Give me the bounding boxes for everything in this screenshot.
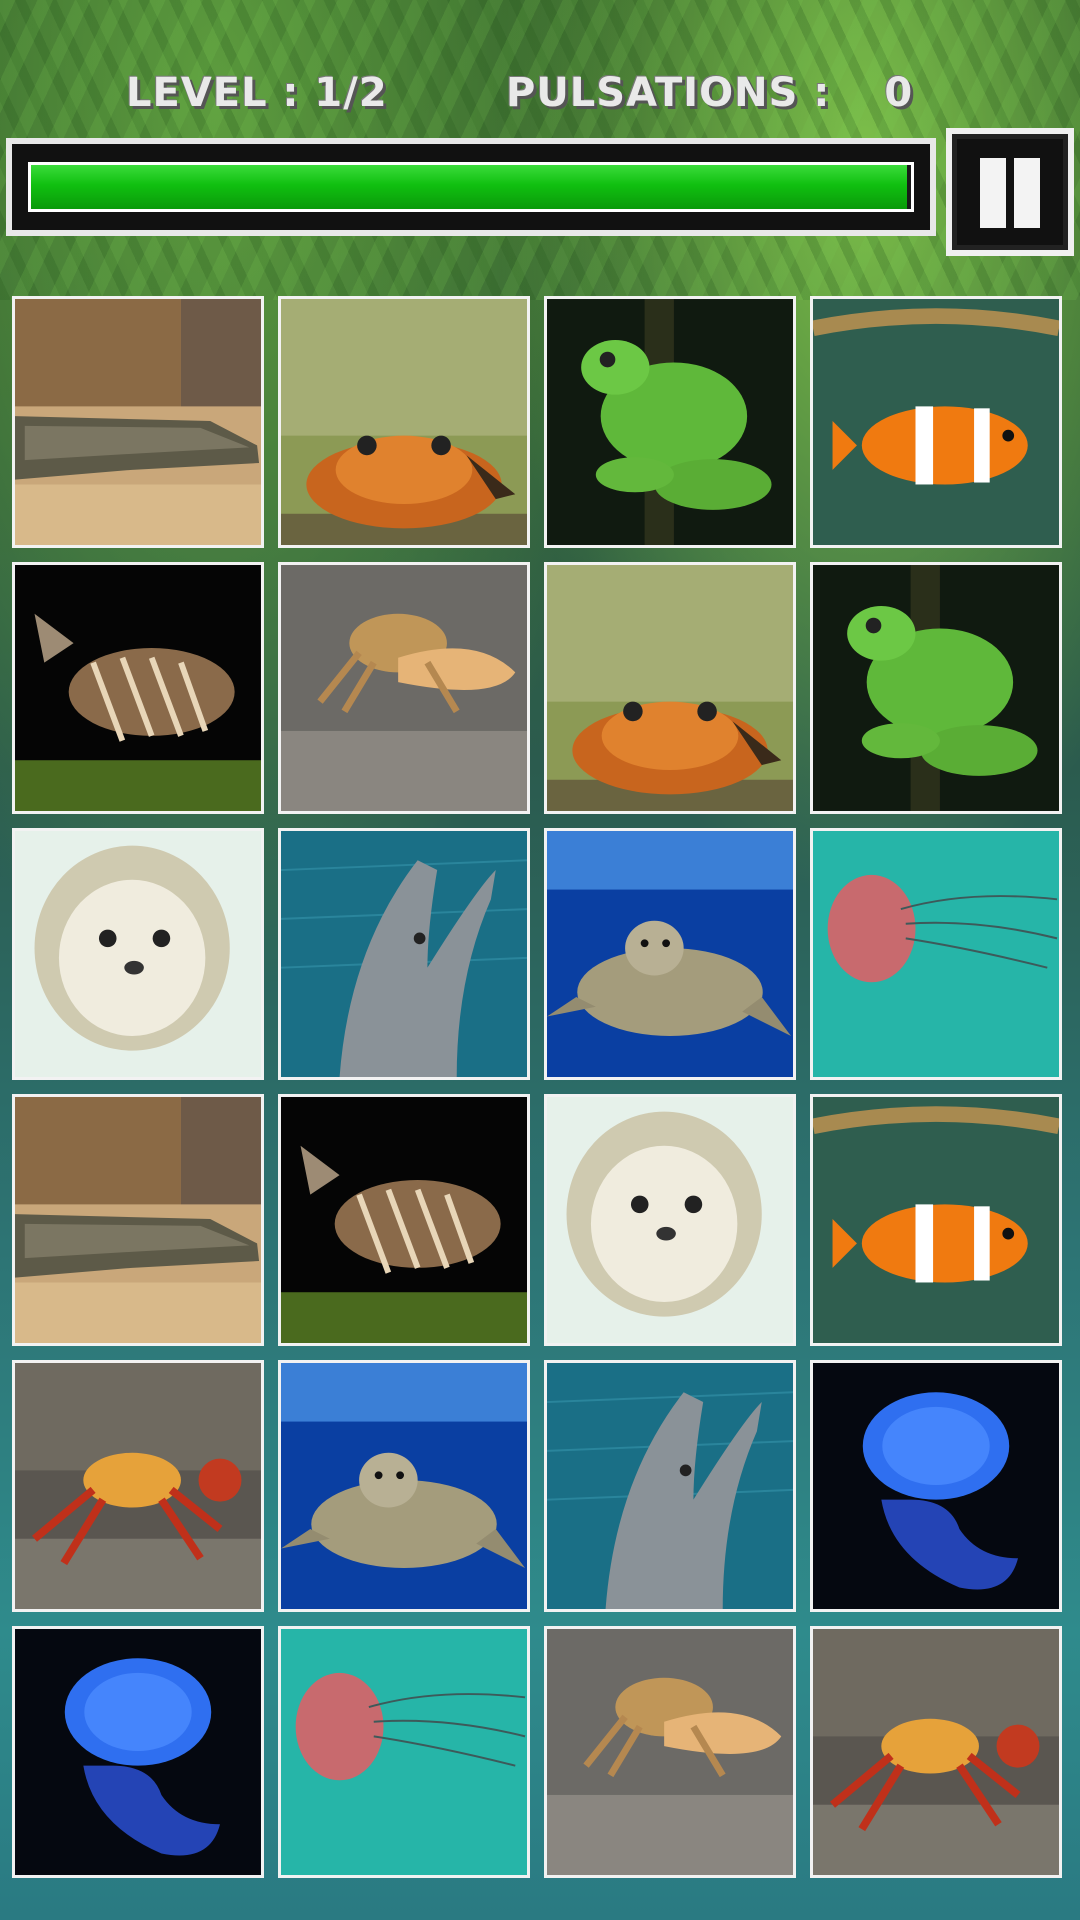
card-crocodile[interactable] [12, 296, 264, 548]
clownfish-image [813, 1097, 1059, 1343]
dolphin-image [281, 831, 527, 1077]
level-indicator: LEVEL : 1/2 [126, 70, 388, 116]
pause-button[interactable] [946, 128, 1074, 256]
tree-frog-image [813, 565, 1059, 811]
lions-mane-jellyfish-image [281, 1629, 527, 1875]
toad-image [547, 565, 793, 811]
sea-turtle-image [281, 1363, 527, 1609]
clownfish-image [813, 299, 1059, 545]
moon-jellyfish-image [15, 1629, 261, 1875]
seal-image [547, 1097, 793, 1343]
card-lionfish[interactable] [278, 1094, 530, 1346]
fiddler-crab-image [547, 1629, 793, 1875]
card-toad[interactable] [278, 296, 530, 548]
card-sea-turtle[interactable] [278, 1360, 530, 1612]
card-clownfish[interactable] [810, 296, 1062, 548]
moon-jellyfish-image [813, 1363, 1059, 1609]
red-crab-image [813, 1629, 1059, 1875]
card-clownfish[interactable] [810, 1094, 1062, 1346]
card-lions-mane-jellyfish[interactable] [810, 828, 1062, 1080]
card-dolphin[interactable] [278, 828, 530, 1080]
tree-frog-image [547, 299, 793, 545]
card-tree-frog[interactable] [544, 296, 796, 548]
card-seal[interactable] [12, 828, 264, 1080]
lions-mane-jellyfish-image [813, 831, 1059, 1077]
sea-turtle-image [547, 831, 793, 1077]
time-bar-fill [31, 165, 907, 209]
card-seal[interactable] [544, 1094, 796, 1346]
fiddler-crab-image [281, 565, 527, 811]
card-fiddler-crab[interactable] [544, 1626, 796, 1878]
seal-image [15, 831, 261, 1077]
card-tree-frog[interactable] [810, 562, 1062, 814]
card-fiddler-crab[interactable] [278, 562, 530, 814]
card-moon-jellyfish[interactable] [12, 1626, 264, 1878]
pulsations-label: PULSATIONS : [506, 70, 831, 116]
lionfish-image [15, 565, 261, 811]
card-moon-jellyfish[interactable] [810, 1360, 1062, 1612]
red-crab-image [15, 1363, 261, 1609]
card-red-crab[interactable] [12, 1360, 264, 1612]
dolphin-image [547, 1363, 793, 1609]
pulsations-value: 0 [884, 70, 914, 116]
hud: LEVEL : 1/2 PULSATIONS : 0 [0, 60, 1080, 130]
lionfish-image [281, 1097, 527, 1343]
card-sea-turtle[interactable] [544, 828, 796, 1080]
time-bar-track [28, 162, 914, 212]
card-lionfish[interactable] [12, 562, 264, 814]
card-red-crab[interactable] [810, 1626, 1062, 1878]
toad-image [281, 299, 527, 545]
pulsations-counter: PULSATIONS : 0 [506, 70, 913, 116]
card-lions-mane-jellyfish[interactable] [278, 1626, 530, 1878]
time-bar [6, 138, 936, 236]
card-crocodile[interactable] [12, 1094, 264, 1346]
card-toad[interactable] [544, 562, 796, 814]
card-dolphin[interactable] [544, 1360, 796, 1612]
crocodile-image [15, 299, 261, 545]
crocodile-image [15, 1097, 261, 1343]
